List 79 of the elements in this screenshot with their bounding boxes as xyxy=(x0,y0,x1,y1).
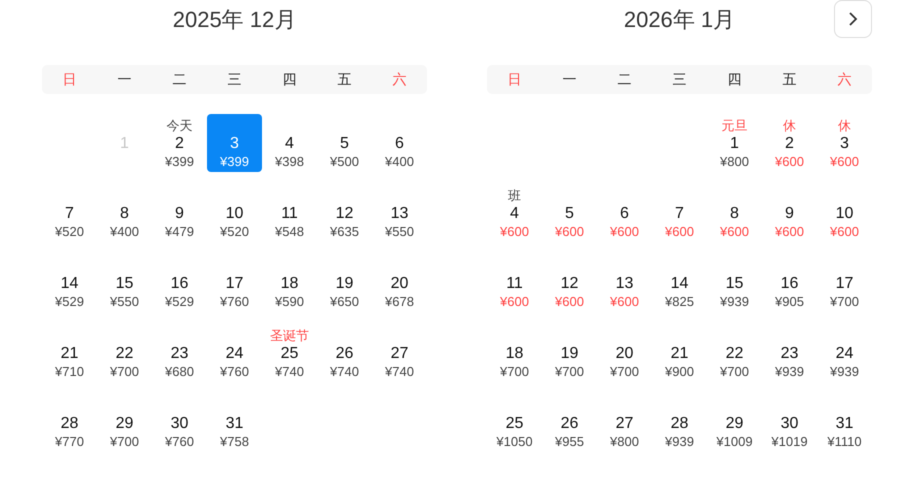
date-cell[interactable]: 10 ¥600 xyxy=(817,184,872,242)
date-cell[interactable]: 12 ¥600 xyxy=(542,254,597,312)
date-cell[interactable]: 6 ¥400 xyxy=(372,114,427,172)
date-cell[interactable]: 27 ¥740 xyxy=(372,324,427,382)
date-cell[interactable]: 休 3 ¥600 xyxy=(817,114,872,172)
weekday-label: 四 xyxy=(282,70,296,88)
date-cell[interactable]: 7 ¥600 xyxy=(652,184,707,242)
date-cell[interactable]: 21 ¥900 xyxy=(652,324,707,382)
weekday-label: 五 xyxy=(338,70,352,88)
date-cell[interactable]: 18 ¥590 xyxy=(262,254,317,312)
date-cell[interactable]: 26 ¥955 xyxy=(542,394,597,452)
date-cell[interactable]: 23 ¥939 xyxy=(762,324,817,382)
date-cell[interactable]: 5 ¥600 xyxy=(542,184,597,242)
date-cell[interactable]: 25 ¥1050 xyxy=(487,394,542,452)
date-cell[interactable]: 22 ¥700 xyxy=(97,324,152,382)
date-cell[interactable]: 29 ¥1009 xyxy=(707,394,762,452)
date-cell[interactable]: 10 ¥520 xyxy=(207,184,262,242)
date-cell[interactable]: 3 ¥399 xyxy=(207,114,262,172)
date-cell[interactable]: 17 ¥760 xyxy=(207,254,262,312)
weekday-label: 二 xyxy=(172,70,186,88)
date-cell[interactable]: 6 ¥600 xyxy=(597,184,652,242)
date-cell[interactable]: 14 ¥529 xyxy=(42,254,97,312)
date-cell[interactable]: 13 ¥550 xyxy=(372,184,427,242)
date-cell[interactable]: 30 ¥760 xyxy=(152,394,207,452)
date-cell[interactable]: 28 ¥939 xyxy=(652,394,707,452)
date-cell[interactable]: 30 ¥1019 xyxy=(762,394,817,452)
date-cell[interactable]: 20 ¥700 xyxy=(597,324,652,382)
weekday-label: 日 xyxy=(508,70,522,88)
date-cell[interactable]: 19 ¥700 xyxy=(542,324,597,382)
date-cell[interactable]: 5 ¥500 xyxy=(317,114,372,172)
date-cell[interactable]: 22 ¥700 xyxy=(707,324,762,382)
weekday-label: 一 xyxy=(562,70,576,88)
date-cell[interactable]: 29 ¥700 xyxy=(97,394,152,452)
date-cell[interactable]: 15 ¥939 xyxy=(707,254,762,312)
date-cell[interactable]: 16 ¥529 xyxy=(152,254,207,312)
date-cell[interactable]: 圣诞节 25 ¥740 xyxy=(262,324,317,382)
month-title: 2025年 12月 xyxy=(172,6,296,34)
chevron-right-icon xyxy=(848,11,858,27)
weekday-label: 六 xyxy=(392,70,406,88)
weekday-label: 一 xyxy=(118,70,132,88)
date-cell[interactable]: 21 ¥710 xyxy=(42,324,97,382)
date-cell[interactable]: 9 ¥479 xyxy=(152,184,207,242)
date-cell[interactable]: 今天 2 ¥399 xyxy=(152,114,207,172)
date-cell[interactable]: 26 ¥740 xyxy=(317,324,372,382)
date-cell[interactable]: 16 ¥905 xyxy=(762,254,817,312)
date-cell[interactable]: 13 ¥600 xyxy=(597,254,652,312)
date-cell[interactable]: 8 ¥400 xyxy=(97,184,152,242)
weekday-label: 三 xyxy=(672,70,686,88)
date-cell[interactable]: 20 ¥678 xyxy=(372,254,427,312)
date-cell[interactable]: 4 ¥398 xyxy=(262,114,317,172)
date-cell[interactable]: 7 ¥520 xyxy=(42,184,97,242)
date-cell[interactable]: 27 ¥800 xyxy=(597,394,652,452)
date-cell[interactable]: 班 4 ¥600 xyxy=(487,184,542,242)
weekday-label: 五 xyxy=(782,70,796,88)
date-cell[interactable]: 9 ¥600 xyxy=(762,184,817,242)
weekday-label: 日 xyxy=(62,70,76,88)
weekday-label: 四 xyxy=(728,70,742,88)
month-title: 2026年 1月 xyxy=(624,6,736,34)
date-cell[interactable]: 15 ¥550 xyxy=(97,254,152,312)
date-cell[interactable]: 14 ¥825 xyxy=(652,254,707,312)
date-cell[interactable]: 23 ¥680 xyxy=(152,324,207,382)
next-month-button[interactable] xyxy=(834,0,872,38)
date-cell[interactable]: 31 ¥1110 xyxy=(817,394,872,452)
date-cell[interactable]: 元旦 1 ¥800 xyxy=(707,114,762,172)
date-cell[interactable]: 28 ¥770 xyxy=(42,394,97,452)
date-cell[interactable]: 19 ¥650 xyxy=(317,254,372,312)
date-cell[interactable]: 17 ¥700 xyxy=(817,254,872,312)
weekday-label: 三 xyxy=(228,70,242,88)
date-cell[interactable]: 休 2 ¥600 xyxy=(762,114,817,172)
date-cell[interactable]: 31 ¥758 xyxy=(207,394,262,452)
date-cell[interactable]: 18 ¥700 xyxy=(487,324,542,382)
date-cell[interactable]: 8 ¥600 xyxy=(707,184,762,242)
date-cell[interactable]: 24 ¥760 xyxy=(207,324,262,382)
weekday-label: 二 xyxy=(618,70,632,88)
date-cell[interactable]: 11 ¥548 xyxy=(262,184,317,242)
date-cell[interactable]: 12 ¥635 xyxy=(317,184,372,242)
date-cell[interactable]: 11 ¥600 xyxy=(487,254,542,312)
date-cell[interactable]: 24 ¥939 xyxy=(817,324,872,382)
weekday-label: 六 xyxy=(838,70,852,88)
